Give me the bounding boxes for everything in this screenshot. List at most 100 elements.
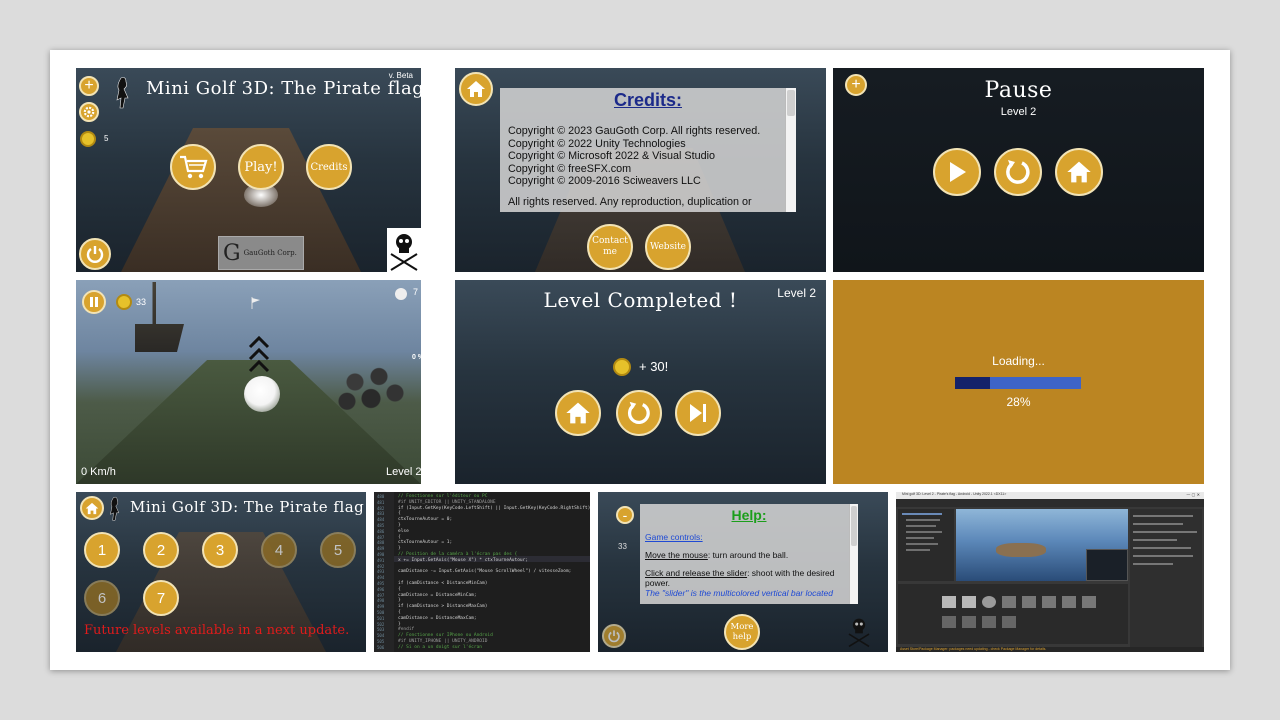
help-scrollbar[interactable] [849,504,858,604]
version-label: v. Beta [388,71,413,80]
scene-asset-icon[interactable] [1022,596,1036,608]
tree-item[interactable] [906,519,940,521]
level-1-button[interactable]: 1 [84,532,120,568]
play-button[interactable]: Play! [238,144,284,190]
scene-asset-icon[interactable] [1082,596,1096,608]
tree-item[interactable] [906,531,942,533]
line-number: 501 [377,615,385,621]
scroll-thumb[interactable] [851,506,857,546]
more-help-button[interactable]: More help [724,614,760,650]
line-number: 495 [377,581,385,586]
credits-button[interactable]: Credits [306,144,352,190]
inspector-row [1133,515,1193,517]
credit-line: Copyright © 2022 Unity Technologies [508,137,686,150]
minus-icon: - [622,507,628,523]
loading-screenshot: Loading... 28% [833,280,1204,484]
credit-line: Copyright © 2009-2016 Sciweavers LLC [508,175,701,188]
code-line: // Fonctionne sur IPhone ou Android [398,633,493,639]
credits-heading: Credits: [613,90,682,110]
credit-line: Copyright © 2023 GauGoth Corp. All right… [508,125,761,137]
level-3-button[interactable]: 3 [202,532,238,568]
script-icon[interactable] [982,616,996,628]
level-readout: Level 2 [386,466,421,478]
flag-icon [250,294,262,309]
scroll-thumb[interactable] [787,90,795,116]
tree-item[interactable] [906,537,934,539]
level-7-button[interactable]: 7 [143,580,179,616]
tree-item[interactable] [906,543,938,545]
quit-button[interactable] [79,238,111,270]
plus-button[interactable]: + [79,76,99,96]
level-5-button[interactable]: 5 [320,532,356,568]
scene-view[interactable] [956,509,1128,581]
home-button[interactable] [80,496,104,520]
code-line: #if UNITY_IPHONE || UNITY_ANDROID [398,639,488,644]
resume-button[interactable] [933,148,981,196]
code-line: camDistance = DistanceMinCam; [398,592,477,598]
company-logo: G GauGoth Corp. [218,236,304,270]
line-number: 489 [377,546,385,552]
code-editor-screenshot: 480 // Fonctionne sur l'éditeur ou PC 481 #… [374,492,590,652]
scene-asset-icon[interactable] [1002,596,1016,608]
play-icon [950,162,966,182]
script-icon[interactable] [1002,616,1016,628]
folder-icon[interactable] [962,596,976,608]
restart-icon [628,401,650,424]
complete-title: Level Completed ! [543,288,738,312]
quit-button[interactable] [602,624,626,648]
script-icon[interactable] [962,616,976,628]
tree-item[interactable] [906,525,936,527]
coin-count: 5 [104,134,109,143]
code-line: else [398,528,409,534]
code-line: #endif [398,627,415,633]
line-number: 481 [377,499,385,505]
script-icon[interactable] [942,616,956,628]
unity-status-bar: Asset Store/Package Manager: packages ne… [896,647,1204,652]
level-6-button[interactable]: 6 [84,580,120,616]
line-number: 498 [377,598,385,604]
home-button[interactable] [555,390,601,436]
settings-button[interactable] [79,102,99,122]
ball-count-icon [395,288,407,300]
level-4-button[interactable]: 4 [261,532,297,568]
loading-progress-bar [955,377,1081,389]
logo-mark: G [223,240,241,266]
pause-button[interactable] [82,290,106,314]
skull-golf-icon[interactable] [387,228,421,272]
line-number: 497 [377,592,385,598]
code-line: ctxTourneAutour = 0; [398,517,453,523]
help-slider: Click and release the slider: shoot with… [645,568,845,588]
shop-button[interactable] [170,144,216,190]
inspector-row [1133,539,1177,541]
contact-button[interactable]: Contact me [587,224,633,270]
website-label: Website [649,242,687,252]
tree-item[interactable] [906,549,930,551]
credits-scrollbar[interactable] [785,88,796,212]
pause-title: Pause [984,78,1053,103]
inspector-row [1133,523,1183,525]
speed-readout: 0 Km/h [81,466,116,478]
level-2-button[interactable]: 2 [143,532,179,568]
logo-text: GauGoth Corp. [243,249,297,257]
coin-icon [116,294,132,310]
line-number: 499 [377,604,385,610]
scene-asset-icon[interactable] [1042,596,1056,608]
tree-item[interactable] [902,513,942,515]
island-object [996,543,1046,557]
minus-button[interactable]: - [616,506,634,524]
material-icon[interactable] [982,596,996,608]
next-level-button[interactable] [675,390,721,436]
skull-golf-icon[interactable] [844,614,874,648]
home-button[interactable] [459,72,493,106]
credits-screenshot: Credits: Copyright © 2023 GauGoth Corp. … [455,68,826,272]
website-button[interactable]: Website [645,224,691,270]
home-button[interactable] [1055,148,1103,196]
restart-button[interactable] [994,148,1042,196]
window-controls[interactable]: — ▢ ✕ [1186,492,1200,497]
restart-button[interactable] [616,390,662,436]
home-icon [467,81,485,97]
folder-icon[interactable] [942,596,956,608]
pause-screenshot: + Pause Level 2 [833,68,1204,272]
code-line: { [398,534,401,540]
scene-asset-icon[interactable] [1062,596,1076,608]
